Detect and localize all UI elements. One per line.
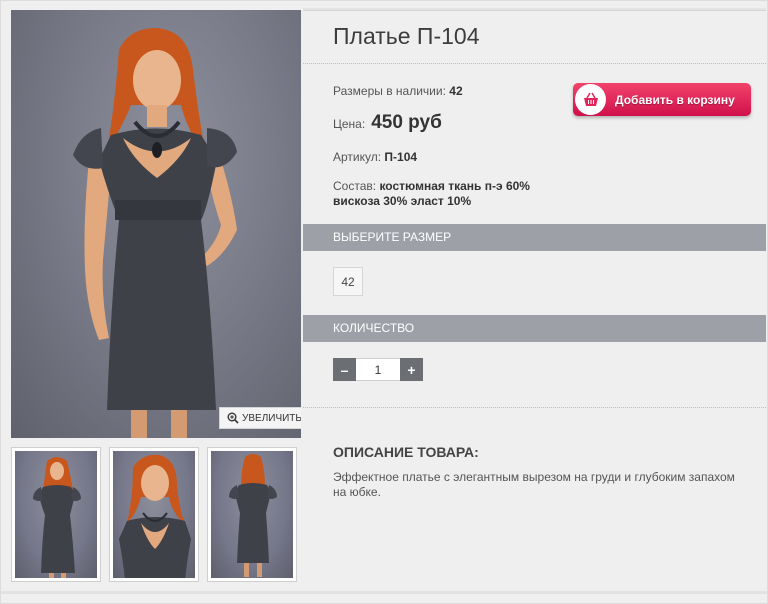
description-title: ОПИСАНИЕ ТОВАРА: — [333, 444, 479, 460]
quantity-section-header: КОЛИЧЕСТВО — [303, 315, 766, 342]
increase-quantity-button[interactable]: + — [400, 358, 423, 381]
cart-icon-circle — [575, 84, 606, 115]
price-label: Цена: — [333, 117, 366, 131]
sizes-label: Размеры в наличии: — [333, 84, 446, 98]
composition-line1: костюмная ткань п-э 60% — [379, 179, 530, 193]
thumbnail-image — [33, 457, 81, 578]
thumbnail-1[interactable] — [11, 447, 101, 582]
available-sizes: Размеры в наличии: 42 — [333, 84, 463, 98]
thumbnail-3[interactable] — [207, 447, 297, 582]
thumbnail-image — [119, 454, 191, 578]
product-title: Платье П-104 — [333, 23, 480, 49]
main-product-photo[interactable]: УВЕЛИЧИТЬ — [11, 10, 301, 438]
composition: Состав: костюмная ткань п-э 60% вискоза … — [333, 179, 530, 209]
zoom-label: УВЕЛИЧИТЬ — [242, 412, 301, 424]
thumbnail-strip — [11, 447, 297, 582]
composition-line2: вискоза 30% эласт 10% — [333, 194, 472, 208]
product-info-panel: Платье П-104 Размеры в наличии: 42 Цена:… — [303, 0, 766, 604]
title-divider — [303, 63, 766, 64]
sku: Артикул: П-104 — [333, 150, 417, 164]
zoom-in-icon — [227, 412, 239, 424]
description-divider — [303, 407, 766, 408]
quantity-input[interactable] — [356, 358, 400, 381]
basket-icon — [583, 92, 598, 106]
composition-label: Состав: — [333, 179, 377, 193]
description-text: Эффектное платье с элегантным вырезом на… — [333, 470, 735, 499]
sizes-value: 42 — [449, 84, 463, 98]
top-divider — [303, 8, 766, 11]
add-to-cart-label: Добавить в корзину — [615, 92, 735, 107]
bottom-divider — [0, 591, 768, 594]
add-to-cart-button[interactable]: Добавить в корзину — [573, 83, 751, 116]
sku-label: Артикул: — [333, 150, 382, 164]
decrease-quantity-button[interactable]: – — [333, 358, 356, 381]
sku-value: П-104 — [384, 150, 418, 164]
thumbnail-image — [229, 454, 277, 577]
thumbnail-2[interactable] — [109, 447, 199, 582]
dress-model-image — [73, 28, 237, 438]
zoom-button[interactable]: УВЕЛИЧИТЬ — [219, 407, 301, 429]
quantity-stepper: – + — [333, 358, 423, 381]
size-section-header: ВЫБЕРИТЕ РАЗМЕР — [303, 224, 766, 251]
price: Цена: 450 руб — [333, 112, 442, 134]
price-value: 450 руб — [371, 112, 442, 133]
size-option-42[interactable]: 42 — [333, 267, 363, 296]
